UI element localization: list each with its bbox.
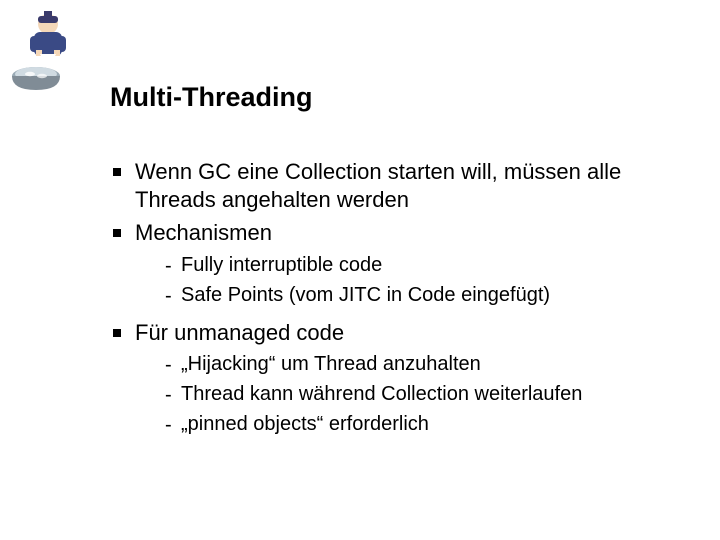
- slide-title: Multi-Threading: [110, 82, 312, 113]
- sub-bullet-item: - „pinned objects“ erforderlich: [165, 412, 673, 438]
- sub-bullet-text: „Hijacking“ um Thread anzuhalten: [181, 352, 673, 377]
- bullet-text: Für unmanaged code: [135, 319, 673, 347]
- square-bullet-icon: [113, 168, 121, 176]
- dash-bullet-icon: -: [165, 383, 181, 408]
- sub-bullet-item: - Thread kann während Collection weiterl…: [165, 382, 673, 408]
- sub-bullet-item: - „Hijacking“ um Thread anzuhalten: [165, 352, 673, 378]
- bullet-text: Wenn GC eine Collection starten will, mü…: [135, 158, 673, 213]
- sub-bullet-text: Safe Points (vom JITC in Code eingefügt): [181, 283, 673, 308]
- bullet-item: Mechanismen: [113, 219, 673, 247]
- bullet-item: Wenn GC eine Collection starten will, mü…: [113, 158, 673, 213]
- bullet-item: Für unmanaged code: [113, 319, 673, 347]
- sub-bullet-text: Fully interruptible code: [181, 253, 673, 278]
- sub-bullet-block: - „Hijacking“ um Thread anzuhalten - Thr…: [165, 352, 673, 438]
- dash-bullet-icon: -: [165, 284, 181, 309]
- slide-body: Wenn GC eine Collection starten will, mü…: [113, 158, 673, 448]
- dash-bullet-icon: -: [165, 353, 181, 378]
- square-bullet-icon: [113, 329, 121, 337]
- sub-bullet-text: Thread kann während Collection weiterlau…: [181, 382, 673, 407]
- bullet-text: Mechanismen: [135, 219, 673, 247]
- square-bullet-icon: [113, 229, 121, 237]
- sub-bullet-block: - Fully interruptible code - Safe Points…: [165, 253, 673, 309]
- sub-bullet-item: - Fully interruptible code: [165, 253, 673, 279]
- sub-bullet-text: „pinned objects“ erforderlich: [181, 412, 673, 437]
- sub-bullet-item: - Safe Points (vom JITC in Code eingefüg…: [165, 283, 673, 309]
- dash-bullet-icon: -: [165, 413, 181, 438]
- dash-bullet-icon: -: [165, 254, 181, 279]
- decorative-clipart: [6, 6, 86, 96]
